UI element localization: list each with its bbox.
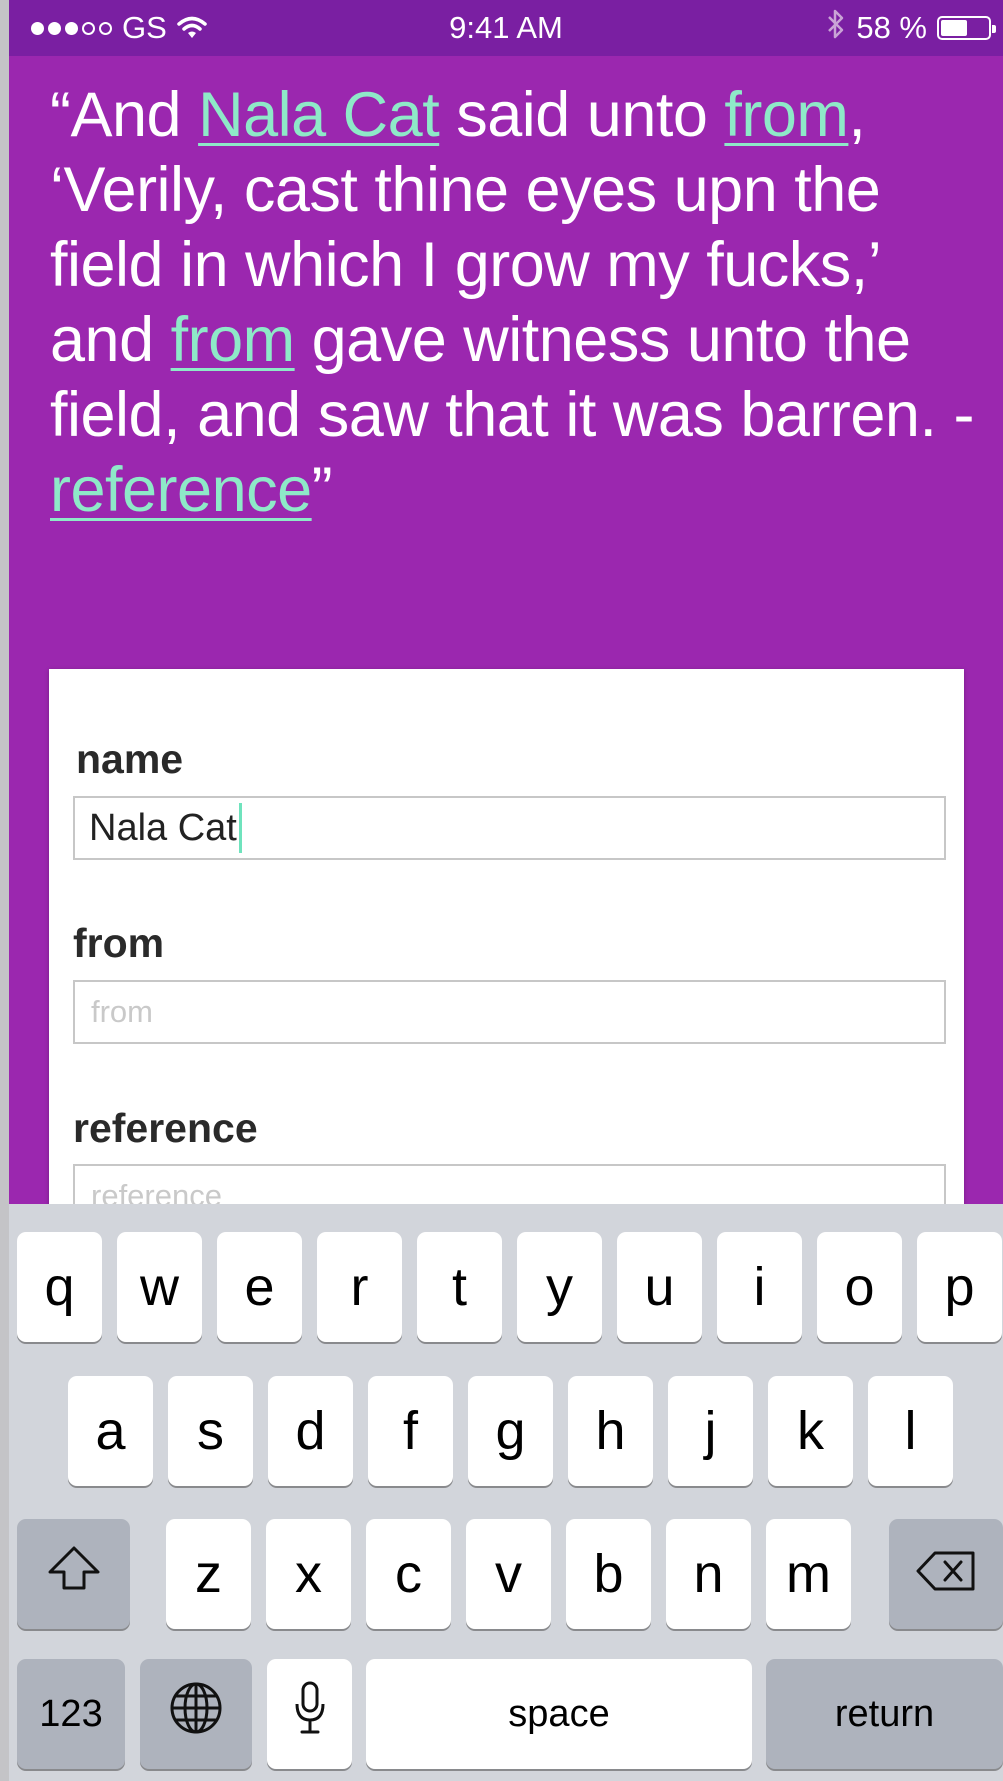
name-value: Nala Cat — [89, 806, 237, 849]
from-placeholder: from — [91, 994, 153, 1029]
return-key[interactable]: return — [766, 1659, 1003, 1769]
key-g[interactable]: g — [468, 1376, 553, 1486]
shift-key[interactable] — [17, 1519, 130, 1629]
form-card: name Nala Cat from from reference refere… — [49, 669, 964, 1229]
keyboard: qwertyuiop asdfghjkl zxcvbnm 123 space r… — [9, 1204, 1003, 1781]
key-m[interactable]: m — [766, 1519, 851, 1629]
battery-percent: 58 % — [856, 10, 927, 45]
key-d[interactable]: d — [268, 1376, 353, 1486]
key-x[interactable]: x — [266, 1519, 351, 1629]
key-k[interactable]: k — [768, 1376, 853, 1486]
key-e[interactable]: e — [217, 1232, 302, 1342]
key-w[interactable]: w — [117, 1232, 202, 1342]
quote-text-1: said unto — [439, 80, 725, 150]
globe-icon — [169, 1681, 223, 1748]
backspace-key[interactable] — [889, 1519, 1003, 1629]
key-n[interactable]: n — [666, 1519, 751, 1629]
quote-text: “And Nala Cat said unto from, ‘Verily, c… — [50, 78, 990, 528]
battery-icon — [937, 16, 996, 40]
backspace-icon — [915, 1543, 977, 1605]
key-c[interactable]: c — [366, 1519, 451, 1629]
space-key[interactable]: space — [366, 1659, 752, 1769]
quote-close: ” — [311, 455, 333, 525]
key-q[interactable]: q — [17, 1232, 102, 1342]
key-y[interactable]: y — [517, 1232, 602, 1342]
status-bar: GS 9:41 AM 58 % — [9, 0, 1003, 56]
key-z[interactable]: z — [166, 1519, 251, 1629]
quote-reference-link[interactable]: reference — [50, 455, 312, 525]
name-field[interactable]: Nala Cat — [73, 796, 946, 860]
key-v[interactable]: v — [466, 1519, 551, 1629]
key-h[interactable]: h — [568, 1376, 653, 1486]
key-s[interactable]: s — [168, 1376, 253, 1486]
quote-name-link[interactable]: Nala Cat — [198, 80, 440, 150]
key-i[interactable]: i — [717, 1232, 802, 1342]
key-t[interactable]: t — [417, 1232, 502, 1342]
key-p[interactable]: p — [917, 1232, 1002, 1342]
key-o[interactable]: o — [817, 1232, 902, 1342]
key-a[interactable]: a — [68, 1376, 153, 1486]
key-u[interactable]: u — [617, 1232, 702, 1342]
name-label: name — [76, 736, 184, 782]
globe-key[interactable] — [140, 1659, 252, 1769]
key-b[interactable]: b — [566, 1519, 651, 1629]
text-caret — [238, 803, 242, 853]
key-r[interactable]: r — [317, 1232, 402, 1342]
key-l[interactable]: l — [868, 1376, 953, 1486]
reference-label: reference — [73, 1105, 258, 1151]
key-f[interactable]: f — [368, 1376, 453, 1486]
numbers-key[interactable]: 123 — [17, 1659, 125, 1769]
bluetooth-icon — [826, 8, 846, 48]
from-label: from — [73, 920, 165, 966]
from-field[interactable]: from — [73, 980, 946, 1044]
status-right: 58 % — [826, 0, 996, 56]
quote-open: “And — [50, 80, 199, 150]
microphone-key[interactable] — [267, 1659, 352, 1769]
quote-from-link-2[interactable]: from — [171, 305, 296, 375]
key-j[interactable]: j — [668, 1376, 753, 1486]
quote-from-link[interactable]: from — [724, 80, 849, 150]
shift-icon — [46, 1543, 102, 1605]
app-screen: GS 9:41 AM 58 % “And Nala Cat said unto … — [9, 0, 1003, 1781]
microphone-icon — [293, 1680, 327, 1749]
